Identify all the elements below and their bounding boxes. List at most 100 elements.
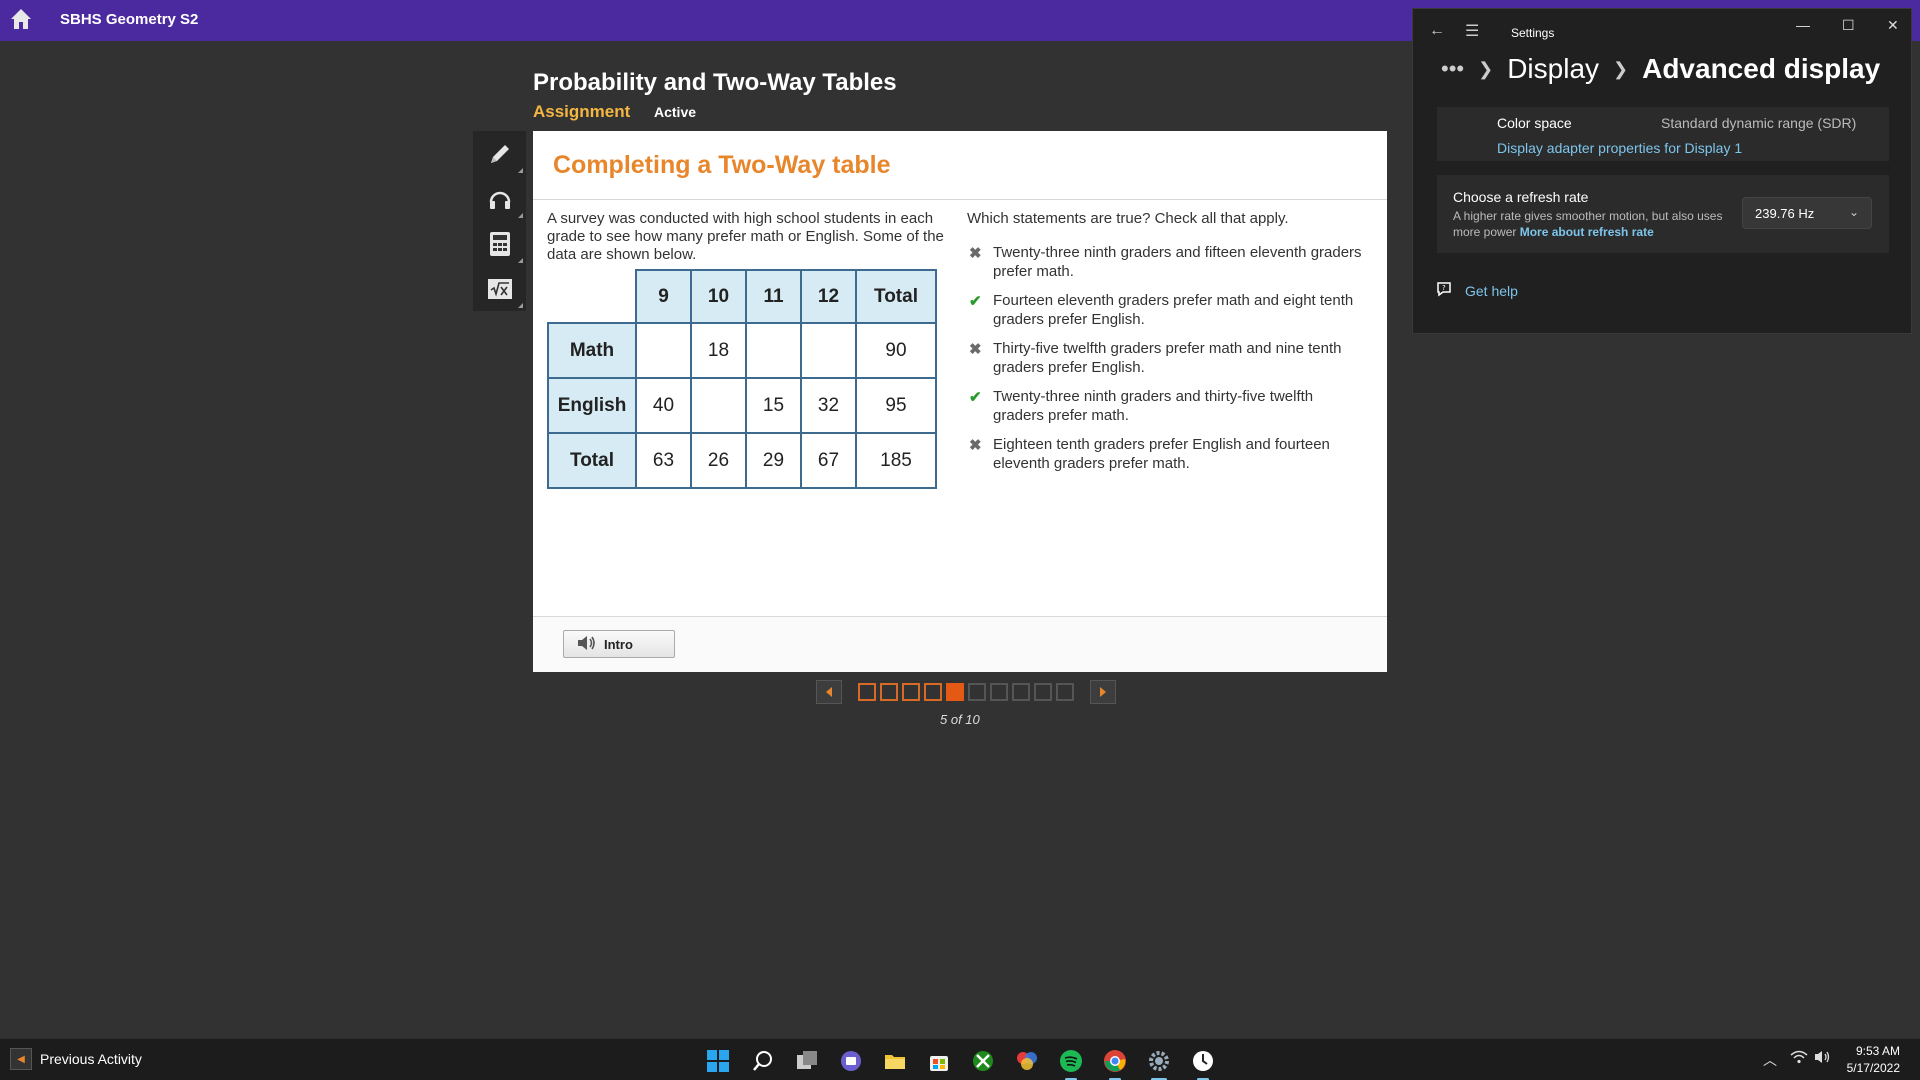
refresh-rate-dropdown[interactable]: 239.76 Hz ⌄ bbox=[1742, 197, 1872, 229]
refresh-rate-panel: Choose a refresh rate A higher rate give… bbox=[1437, 175, 1889, 253]
table-cell bbox=[745, 322, 802, 379]
card-title: Completing a Two-Way table bbox=[553, 151, 891, 179]
page-indicator[interactable] bbox=[858, 683, 876, 701]
home-icon[interactable] bbox=[8, 6, 34, 32]
refresh-rate-title: Choose a refresh rate bbox=[1453, 189, 1589, 205]
previous-activity-button[interactable]: ◀ Previous Activity bbox=[10, 1048, 142, 1070]
clock-date: 5/17/2022 bbox=[1846, 1061, 1900, 1075]
two-way-table: 9 10 11 12 Total Math 18 90 English 40 1… bbox=[547, 269, 937, 489]
system-clock[interactable]: 9:53 AM 5/17/2022 bbox=[1830, 1043, 1900, 1077]
breadcrumb-display[interactable]: Display bbox=[1507, 53, 1599, 85]
calculator-icon[interactable] bbox=[473, 221, 526, 266]
page-indicator[interactable] bbox=[1012, 683, 1030, 701]
page-indicator[interactable] bbox=[1056, 683, 1074, 701]
xbox-icon[interactable] bbox=[970, 1048, 996, 1074]
answer-option[interactable]: ✖ Twenty-three ninth graders and fifteen … bbox=[967, 243, 1367, 281]
table-cell: 40 bbox=[635, 377, 692, 434]
headphones-icon[interactable] bbox=[473, 176, 526, 221]
more-breadcrumb-icon[interactable]: ••• bbox=[1441, 56, 1464, 82]
table-cell bbox=[635, 322, 692, 379]
chrome-icon[interactable] bbox=[1102, 1048, 1128, 1080]
breadcrumb: ••• ❯ Display ❯ Advanced display bbox=[1441, 53, 1880, 85]
chevron-up-icon[interactable]: ︿ bbox=[1763, 1050, 1777, 1070]
tool-palette bbox=[473, 131, 526, 311]
color-space-panel: Color space Standard dynamic range (SDR)… bbox=[1437, 107, 1889, 161]
answer-option-text: Thirty-five twelfth graders prefer math … bbox=[993, 340, 1342, 376]
windows-start-icon[interactable] bbox=[705, 1048, 731, 1074]
chevron-right-icon: ❯ bbox=[1478, 58, 1494, 79]
table-cell: 32 bbox=[800, 377, 857, 434]
previous-page-button[interactable] bbox=[816, 680, 842, 704]
page-indicator[interactable] bbox=[968, 683, 986, 701]
adapter-properties-link[interactable]: Display adapter properties for Display 1 bbox=[1497, 140, 1742, 156]
refresh-rate-link[interactable]: More about refresh rate bbox=[1520, 225, 1654, 239]
chevron-right-icon: ❯ bbox=[1613, 58, 1629, 79]
answer-option-text: Twenty-three ninth graders and fifteen e… bbox=[993, 244, 1362, 280]
settings-icon[interactable] bbox=[1146, 1048, 1172, 1080]
row-label: English bbox=[547, 377, 637, 434]
lesson-type: Assignment bbox=[533, 102, 631, 121]
answer-option[interactable]: ✖ Thirty-five twelfth graders prefer math… bbox=[967, 339, 1367, 377]
page-indicator-current[interactable] bbox=[946, 683, 964, 701]
help-chat-icon: ? bbox=[1435, 280, 1453, 301]
answer-option[interactable]: ✖ Eighteen tenth graders prefer English a… bbox=[967, 435, 1367, 473]
spotify-icon[interactable] bbox=[1058, 1048, 1084, 1080]
close-icon[interactable]: ✕ bbox=[1887, 17, 1899, 34]
lesson-status: Active bbox=[654, 104, 697, 120]
formula-icon[interactable] bbox=[473, 266, 526, 311]
table-cell: 185 bbox=[855, 432, 937, 489]
answer-option-text: Eighteen tenth graders prefer English an… bbox=[993, 436, 1330, 472]
question-text: Which statements are true? Check all tha… bbox=[967, 210, 1289, 227]
back-arrow-icon[interactable]: ← bbox=[1429, 22, 1445, 40]
answer-option-text: Fourteen eleventh graders prefer math an… bbox=[993, 292, 1354, 328]
svg-text:?: ? bbox=[1442, 284, 1446, 292]
clock-time: 9:53 AM bbox=[1855, 1044, 1900, 1058]
speaker-icon bbox=[576, 635, 596, 654]
taskbar: ◀ Previous Activity ︿ 9:53 AM 5/17/2022 bbox=[0, 1038, 1920, 1080]
task-view-icon[interactable] bbox=[794, 1048, 820, 1074]
table-header: 10 bbox=[690, 269, 747, 324]
table-corner bbox=[548, 270, 636, 323]
table-row: Math 18 90 bbox=[547, 322, 937, 379]
color-app-icon[interactable] bbox=[1014, 1048, 1040, 1074]
pencil-icon[interactable] bbox=[473, 131, 526, 176]
maximize-icon[interactable]: ☐ bbox=[1842, 17, 1855, 34]
answer-option[interactable]: ✔ Twenty-three ninth graders and thirty-f… bbox=[967, 387, 1367, 425]
teams-icon[interactable] bbox=[838, 1048, 864, 1074]
intro-button[interactable]: Intro bbox=[563, 630, 675, 658]
store-icon[interactable] bbox=[926, 1048, 952, 1074]
table-cell: 63 bbox=[635, 432, 692, 489]
page-indicator[interactable] bbox=[990, 683, 1008, 701]
search-icon[interactable] bbox=[750, 1048, 776, 1074]
page-counter: 5 of 10 bbox=[940, 712, 980, 727]
table-cell: 90 bbox=[855, 322, 937, 379]
correct-check-icon: ✔ bbox=[969, 389, 982, 406]
page-indicator[interactable] bbox=[924, 683, 942, 701]
settings-window: ← ☰ Settings — ☐ ✕ ••• ❯ Display ❯ Advan… bbox=[1412, 8, 1912, 334]
page-indicator[interactable] bbox=[902, 683, 920, 701]
problem-prompt: A survey was conducted with high school … bbox=[547, 210, 944, 263]
intro-button-label: Intro bbox=[604, 636, 633, 652]
clock-app-icon[interactable] bbox=[1190, 1048, 1216, 1080]
page-navigator bbox=[816, 680, 1116, 704]
table-header: Total bbox=[855, 269, 937, 324]
file-explorer-icon[interactable] bbox=[882, 1048, 908, 1074]
table-cell: 29 bbox=[745, 432, 802, 489]
minimize-icon[interactable]: — bbox=[1796, 17, 1810, 33]
table-row: Total 63 26 29 67 185 bbox=[547, 432, 937, 489]
window-title: Settings bbox=[1511, 26, 1555, 40]
answer-option[interactable]: ✔ Fourteen eleventh graders prefer math a… bbox=[967, 291, 1367, 329]
get-help-link[interactable]: ? Get help bbox=[1435, 280, 1518, 301]
next-page-button[interactable] bbox=[1090, 680, 1116, 704]
row-label: Math bbox=[547, 322, 637, 379]
row-label: Total bbox=[547, 432, 637, 489]
table-cell: 95 bbox=[855, 377, 937, 434]
page-indicator[interactable] bbox=[880, 683, 898, 701]
hamburger-menu-icon[interactable]: ☰ bbox=[1465, 21, 1479, 41]
page-indicator[interactable] bbox=[1034, 683, 1052, 701]
chevron-down-icon: ⌄ bbox=[1848, 205, 1859, 219]
lesson-title: Probability and Two-Way Tables bbox=[533, 69, 897, 96]
table-cell: 15 bbox=[745, 377, 802, 434]
breadcrumb-current: Advanced display bbox=[1642, 53, 1881, 84]
wifi-icon[interactable] bbox=[1790, 1050, 1808, 1067]
